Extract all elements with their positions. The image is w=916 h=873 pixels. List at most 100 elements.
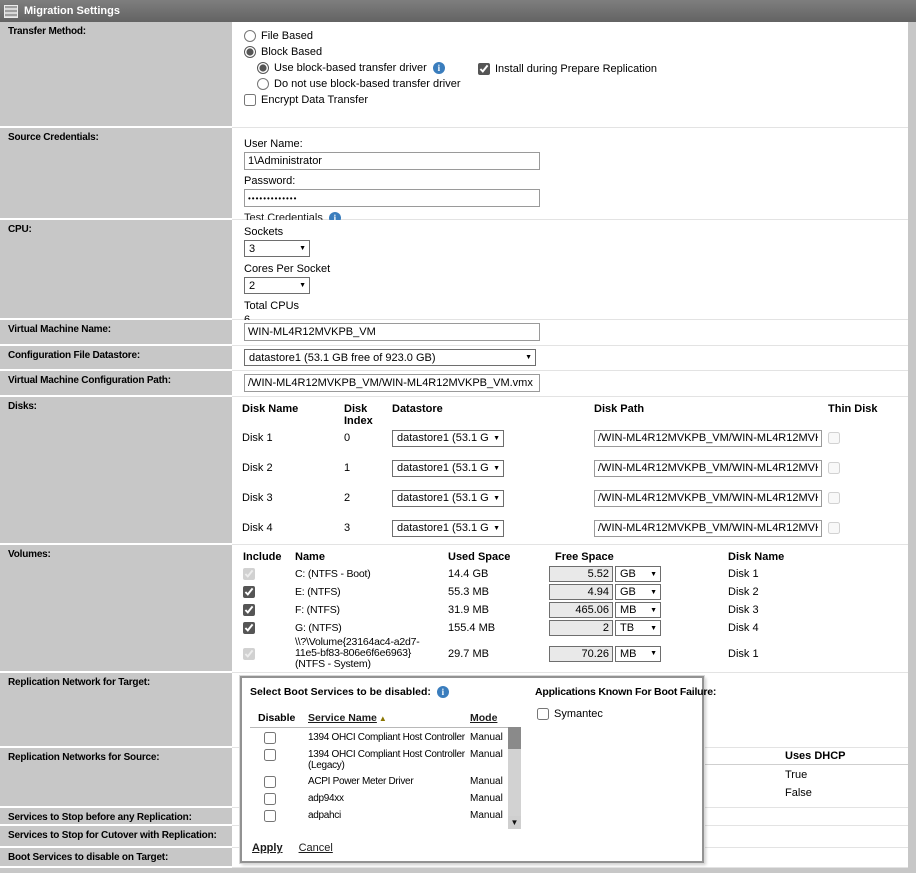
block-based-radio[interactable] — [244, 46, 256, 58]
file-based-radio[interactable] — [244, 30, 256, 42]
row-source-credentials: Source Credentials: User Name: Password:… — [0, 128, 908, 220]
services-scrollbar[interactable]: ▼ — [508, 727, 521, 829]
volume-name: G: (NTFS) — [295, 623, 448, 634]
service-disable-checkbox[interactable] — [264, 732, 276, 744]
volume-include-checkbox[interactable] — [243, 586, 255, 598]
volume-name: \\?\Volume{23164ac4-a2d7-11e5-bf83-806e6… — [295, 637, 448, 670]
sockets-label: Sockets — [244, 226, 908, 238]
disks-header-datastore: Datastore — [392, 403, 594, 415]
encrypt-checkbox[interactable] — [244, 94, 256, 106]
service-disable-checkbox[interactable] — [264, 810, 276, 822]
uses-dhcp-header: Uses DHCP — [785, 750, 846, 762]
disk-datastore-value: datastore1 (53.1 GB — [397, 462, 488, 474]
service-disable-checkbox[interactable] — [264, 776, 276, 788]
free-space-input[interactable] — [549, 584, 613, 600]
volume-include-checkbox[interactable] — [243, 604, 255, 616]
disk-datastore-select[interactable]: datastore1 (53.1 GB▼ — [392, 490, 504, 507]
free-space-unit-select[interactable]: MB▼ — [615, 646, 661, 662]
label-volumes: Volumes: — [0, 545, 232, 673]
free-space-unit-value: MB — [620, 648, 645, 660]
bbt-info-icon[interactable]: i — [433, 62, 445, 74]
username-input[interactable] — [244, 152, 540, 170]
apply-link[interactable]: Apply — [252, 842, 283, 854]
volume-include-checkbox[interactable] — [243, 648, 255, 660]
label-boot-services: Boot Services to disable on Target: — [0, 848, 232, 868]
free-space-input[interactable] — [549, 602, 613, 618]
service-name-sort-link[interactable]: Service Name — [308, 712, 377, 724]
free-space-input[interactable] — [549, 646, 613, 662]
service-mode: Manual — [470, 776, 512, 787]
disk-path-input[interactable] — [594, 520, 822, 537]
popup-info-icon[interactable]: i — [437, 686, 449, 698]
config-path-input[interactable] — [244, 374, 540, 392]
title-bar: Migration Settings — [0, 0, 916, 22]
chevron-down-icon: ▼ — [493, 465, 500, 472]
disks-header-name: Disk Name — [242, 403, 344, 415]
disk-row: Disk 2 1 datastore1 (53.1 GB▼ — [242, 453, 908, 483]
volume-include-checkbox[interactable] — [243, 622, 255, 634]
volumes-header-free: Free Space — [555, 551, 728, 563]
volume-row: G: (NTFS) 155.4 MB TB▼ Disk 4 — [243, 619, 908, 637]
password-input[interactable] — [244, 189, 540, 207]
config-datastore-select[interactable]: datastore1 (53.1 GB free of 923.0 GB) ▼ — [244, 349, 536, 366]
service-name: adpahci — [308, 810, 470, 821]
disk-datastore-select[interactable]: datastore1 (53.1 GB▼ — [392, 520, 504, 537]
password-label: Password: — [244, 175, 908, 187]
cancel-link[interactable]: Cancel — [299, 842, 333, 854]
thin-disk-checkbox[interactable] — [828, 492, 840, 504]
disk-row: Disk 1 0 datastore1 (53.1 GB▼ — [242, 423, 908, 453]
free-space-unit-select[interactable]: MB▼ — [615, 602, 661, 618]
disk-path-input[interactable] — [594, 490, 822, 507]
cores-label: Cores Per Socket — [244, 263, 908, 275]
scroll-down-button[interactable]: ▼ — [508, 816, 521, 829]
disks-table-header: Disk Name Disk Index Datastore Disk Path… — [242, 401, 908, 423]
volumes-header-used: Used Space — [448, 551, 555, 563]
thin-disk-checkbox[interactable] — [828, 462, 840, 474]
apps-known-header: Applications Known For Boot Failure: — [535, 686, 716, 698]
volume-disk-name: Disk 3 — [728, 604, 898, 616]
sockets-select[interactable]: 3 ▼ — [244, 240, 310, 257]
install-prepare-checkbox[interactable] — [478, 63, 490, 75]
volume-disk-name: Disk 4 — [728, 622, 898, 634]
chevron-down-icon: ▼ — [299, 245, 306, 252]
disk-path-input[interactable] — [594, 460, 822, 477]
free-space-input[interactable] — [549, 566, 613, 582]
service-disable-checkbox[interactable] — [264, 793, 276, 805]
disks-header-path: Disk Path — [594, 403, 828, 415]
thin-disk-checkbox[interactable] — [828, 522, 840, 534]
chevron-down-icon: ▼ — [650, 589, 657, 596]
volume-name: C: (NTFS - Boot) — [295, 569, 448, 580]
label-replication-source: Replication Networks for Source: — [0, 748, 232, 808]
free-space-unit-value: GB — [620, 586, 645, 598]
use-bbt-driver-radio[interactable] — [257, 62, 269, 74]
volume-row: \\?\Volume{23164ac4-a2d7-11e5-bf83-806e6… — [243, 637, 908, 670]
service-mode: Manual — [470, 749, 512, 760]
volume-include-checkbox[interactable] — [243, 568, 255, 580]
disk-index: 1 — [344, 462, 392, 474]
disable-header: Disable — [258, 712, 308, 724]
row-vm-name: Virtual Machine Name: — [0, 320, 908, 346]
service-disable-checkbox[interactable] — [264, 749, 276, 761]
free-space-input[interactable] — [549, 620, 613, 636]
uses-dhcp-value: False — [785, 787, 812, 799]
mode-sort-link[interactable]: Mode — [470, 712, 518, 724]
no-bbt-driver-radio[interactable] — [257, 78, 269, 90]
vm-name-input[interactable] — [244, 323, 540, 341]
label-transfer-method: Transfer Method: — [0, 22, 232, 128]
disk-datastore-select[interactable]: datastore1 (53.1 GB▼ — [392, 430, 504, 447]
disk-datastore-select[interactable]: datastore1 (53.1 GB ▼ — [392, 460, 504, 477]
free-space-unit-select[interactable]: GB ▼ — [615, 584, 661, 600]
free-space-unit-select[interactable]: GB▼ — [615, 566, 661, 582]
cores-select[interactable]: 2 ▼ — [244, 277, 310, 294]
page-title: Migration Settings — [24, 5, 120, 17]
scrollbar-thumb[interactable] — [508, 727, 521, 749]
disk-path-input[interactable] — [594, 430, 822, 447]
service-mode: Manual — [470, 793, 512, 804]
block-based-label: Block Based — [261, 46, 322, 58]
sockets-value: 3 — [249, 243, 294, 255]
free-space-unit-value: GB — [620, 568, 645, 580]
label-cpu: CPU: — [0, 220, 232, 320]
symantec-checkbox[interactable] — [537, 708, 549, 720]
thin-disk-checkbox[interactable] — [828, 432, 840, 444]
free-space-unit-select[interactable]: TB▼ — [615, 620, 661, 636]
